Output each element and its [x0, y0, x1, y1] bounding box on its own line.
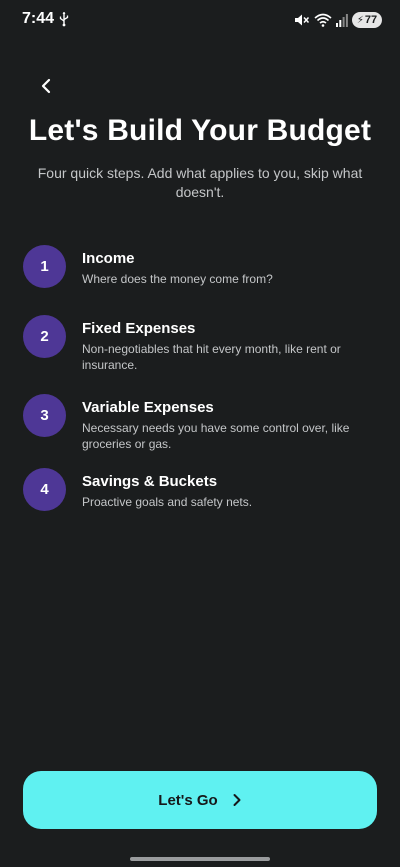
page-subtitle: Four quick steps. Add what applies to yo…: [37, 165, 363, 200]
battery-icon: ⚡ 77: [352, 12, 382, 28]
status-icons: ⚡ 77: [294, 10, 382, 30]
step-text: Fixed Expenses Non-negotiables that hit …: [82, 315, 372, 373]
step-title: Fixed Expenses: [82, 320, 196, 337]
signal-icon: [336, 13, 348, 27]
usb-icon: [58, 11, 70, 27]
lets-go-button[interactable]: Let's Go: [23, 771, 377, 829]
wifi-icon: [314, 13, 332, 27]
step-number-badge: 1: [23, 245, 66, 288]
step-description: Necessary needs you have some control ov…: [82, 421, 350, 451]
step-description: Proactive goals and safety nets.: [82, 495, 253, 509]
step-fixed-expenses: 2 Fixed Expenses Non-negotiables that hi…: [23, 315, 373, 373]
step-text: Savings & Buckets Proactive goals and sa…: [82, 468, 372, 510]
step-number-badge: 2: [23, 315, 66, 358]
home-indicator[interactable]: [130, 857, 270, 861]
status-bar: 7:44 ⚡ 77: [0, 0, 400, 40]
status-time: 7:44: [22, 10, 55, 27]
chevron-right-icon: [233, 794, 241, 806]
back-button[interactable]: [32, 72, 60, 100]
step-variable-expenses: 3 Variable Expenses Necessary needs you …: [23, 394, 373, 452]
step-income: 1 Income Where does the money come from?: [23, 245, 373, 288]
lets-go-label: Let's Go: [158, 791, 218, 809]
chevron-left-icon: [41, 78, 51, 94]
step-description: Non-negotiables that hit every month, li…: [82, 342, 341, 372]
step-number-badge: 3: [23, 394, 66, 437]
step-title: Savings & Buckets: [82, 473, 218, 490]
step-savings-buckets: 4 Savings & Buckets Proactive goals and …: [23, 468, 373, 511]
step-text: Variable Expenses Necessary needs you ha…: [82, 394, 372, 452]
step-description: Where does the money come from?: [82, 272, 273, 286]
step-number-badge: 4: [23, 468, 66, 511]
charging-bolt-icon: ⚡: [356, 14, 364, 26]
battery-level: 77: [364, 14, 378, 26]
volume-mute-icon: [294, 13, 310, 27]
step-text: Income Where does the money come from?: [82, 245, 372, 287]
step-title: Variable Expenses: [82, 399, 214, 416]
page-title: Let's Build Your Budget: [28, 114, 372, 147]
step-title: Income: [82, 250, 135, 267]
